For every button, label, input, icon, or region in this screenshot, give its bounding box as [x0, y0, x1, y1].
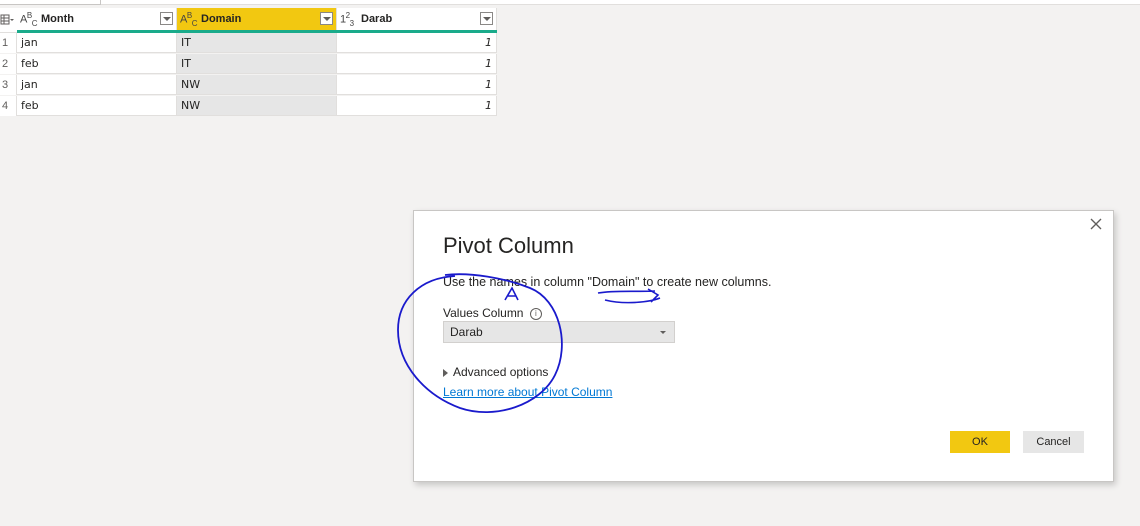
row-number: 4: [0, 96, 17, 116]
text-type-icon: ABC: [20, 11, 37, 28]
cell-month[interactable]: jan: [17, 33, 177, 53]
column-header-month[interactable]: ABC Month: [17, 8, 177, 32]
row-number: 1: [0, 33, 17, 53]
cell-month[interactable]: jan: [17, 75, 177, 95]
dropdown-icon[interactable]: [320, 12, 333, 25]
column-name: Darab: [361, 13, 393, 25]
number-type-icon: 123: [340, 11, 354, 28]
values-column-value: Darab: [450, 325, 483, 339]
cell-darab[interactable]: 1: [337, 75, 497, 95]
cell-domain[interactable]: NW: [177, 75, 337, 95]
cell-domain[interactable]: IT: [177, 33, 337, 53]
column-name: Domain: [201, 13, 242, 25]
table-menu-icon[interactable]: [0, 8, 18, 33]
cell-month[interactable]: feb: [17, 96, 177, 116]
values-column-select[interactable]: Darab: [443, 321, 675, 343]
cell-month[interactable]: feb: [17, 54, 177, 74]
close-icon[interactable]: [1089, 217, 1103, 231]
advanced-options-label: Advanced options: [453, 365, 549, 379]
learn-more-link[interactable]: Learn more about Pivot Column: [443, 385, 612, 399]
pivot-column-dialog: Pivot Column Use the names in column "Do…: [413, 210, 1114, 482]
column-header-darab[interactable]: 123 Darab: [337, 8, 497, 32]
cell-darab[interactable]: 1: [337, 33, 497, 53]
expand-triangle-icon: [443, 368, 448, 377]
query-tab[interactable]: [0, 0, 101, 5]
dialog-title: Pivot Column: [443, 233, 574, 258]
values-column-label-row: Values Column i: [443, 306, 542, 320]
ok-button[interactable]: OK: [950, 431, 1010, 453]
cell-darab[interactable]: 1: [337, 54, 497, 74]
row-number: 2: [0, 54, 17, 74]
cancel-button[interactable]: Cancel: [1023, 431, 1084, 453]
cell-domain[interactable]: NW: [177, 96, 337, 116]
dropdown-icon[interactable]: [480, 12, 493, 25]
column-name: Month: [41, 13, 74, 25]
chevron-down-icon: [660, 331, 666, 334]
advanced-options-toggle[interactable]: Advanced options: [443, 365, 548, 379]
row-number: 3: [0, 75, 17, 95]
values-column-label: Values Column: [443, 306, 524, 320]
cell-darab[interactable]: 1: [337, 96, 497, 116]
dialog-description: Use the names in column "Domain" to crea…: [443, 275, 772, 289]
column-header-domain[interactable]: ABC Domain: [177, 8, 337, 32]
info-icon[interactable]: i: [529, 307, 542, 320]
dropdown-icon[interactable]: [160, 12, 173, 25]
text-type-icon: ABC: [180, 11, 197, 28]
top-strip: [0, 0, 1140, 5]
cell-domain[interactable]: IT: [177, 54, 337, 74]
